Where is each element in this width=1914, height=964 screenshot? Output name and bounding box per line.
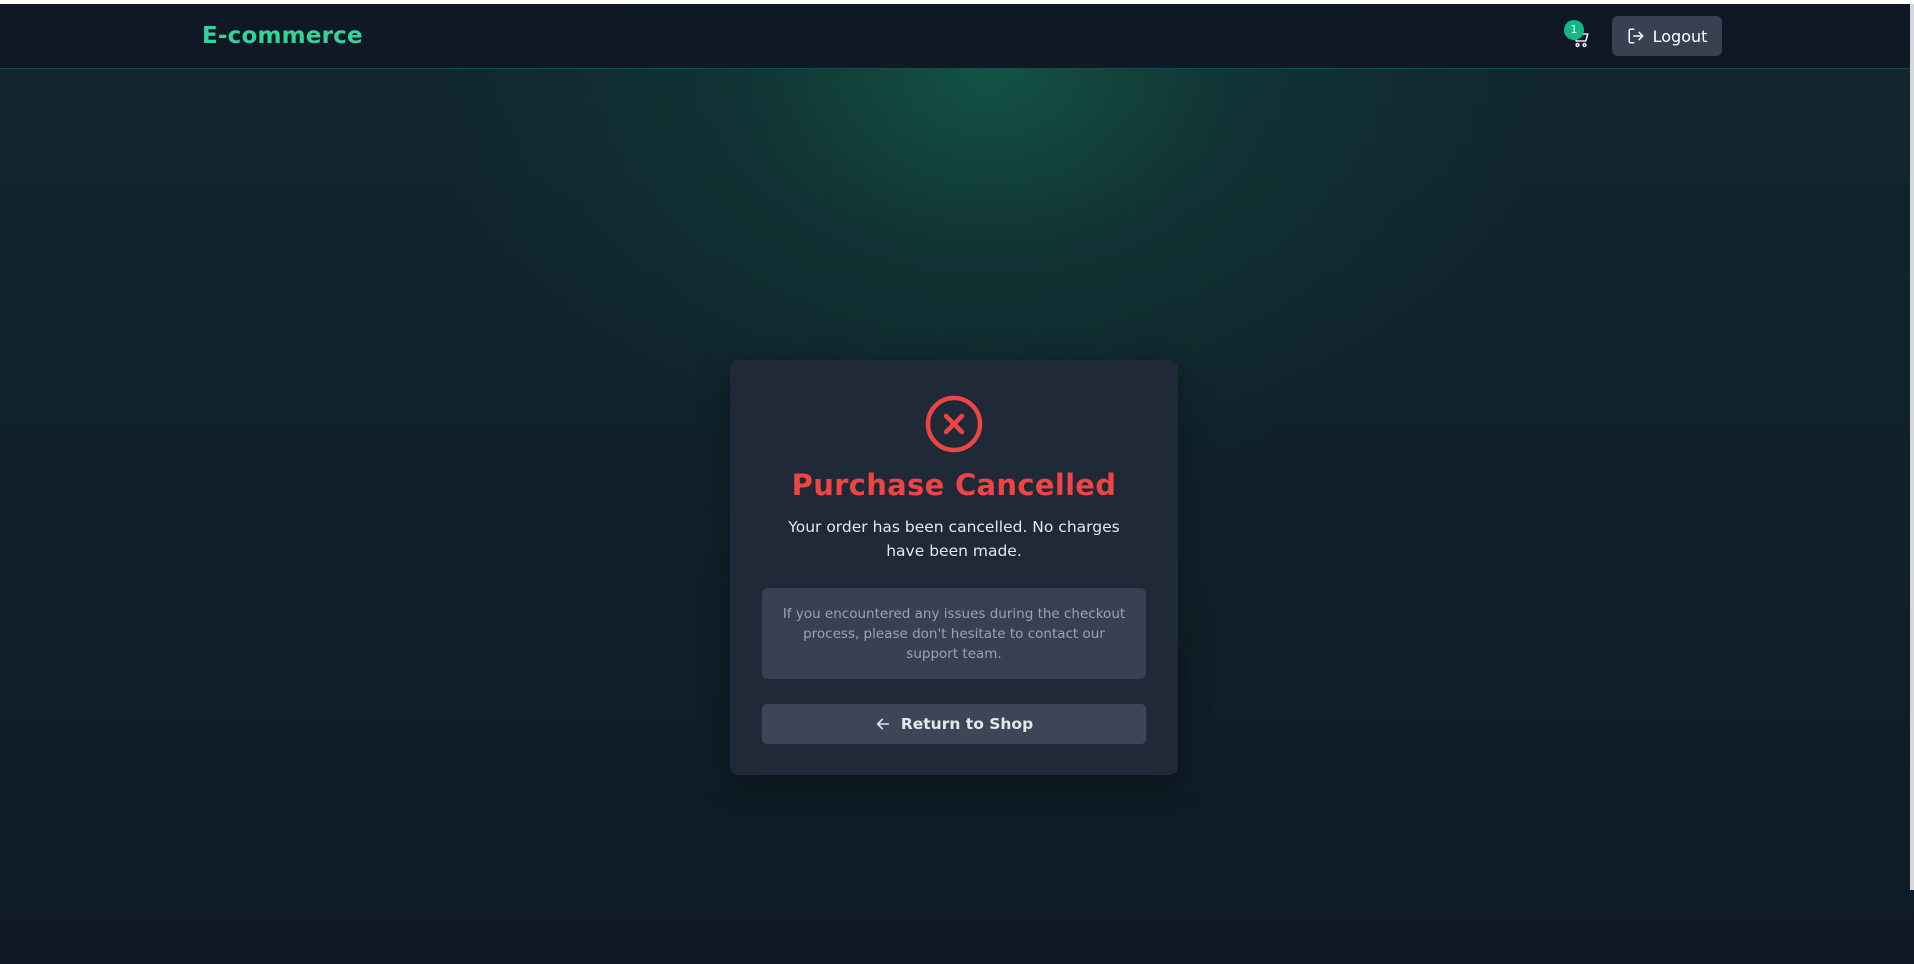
arrow-left-icon xyxy=(876,718,889,730)
return-to-shop-label: Return to Shop xyxy=(900,715,1034,733)
return-to-shop-button[interactable]: Return to Shop xyxy=(762,704,1146,744)
logout-button[interactable]: Logout xyxy=(1612,16,1722,56)
support-info-box: If you encountered any issues during the… xyxy=(762,588,1146,679)
cancel-card: Purchase Cancelled Your order has been c… xyxy=(730,360,1178,775)
logout-label: Logout xyxy=(1652,26,1708,46)
cart-count-badge: 1 xyxy=(1564,20,1584,40)
support-info-text: If you encountered any issues during the… xyxy=(782,606,1126,662)
scrollbar[interactable] xyxy=(1910,4,1914,890)
page-title: Purchase Cancelled xyxy=(791,468,1117,502)
logout-icon xyxy=(1628,28,1644,44)
cart-button[interactable]: 1 xyxy=(1564,20,1594,52)
brand-logo[interactable]: E-commerce xyxy=(202,23,363,49)
cancel-message: Your order has been cancelled. No charge… xyxy=(788,518,1120,560)
page: E-commerce 1 Logout Purchase Cancelled Y… xyxy=(0,0,1914,964)
x-circle-icon xyxy=(924,394,984,458)
navbar: E-commerce 1 Logout xyxy=(0,4,1910,69)
